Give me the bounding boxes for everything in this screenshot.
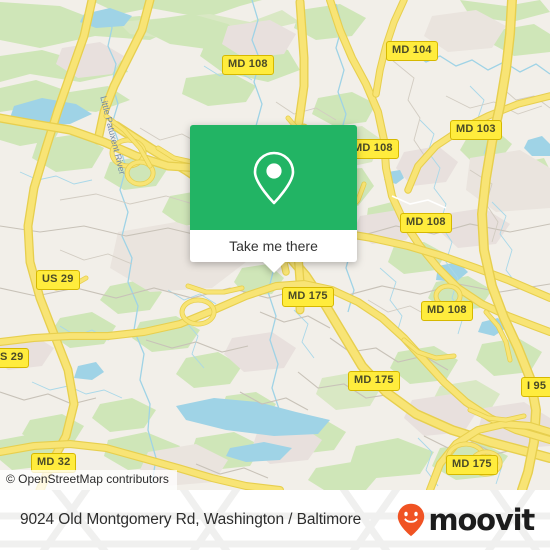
footer-bar: 9024 Old Montgomery Rd, Washington / Bal… [0,490,550,550]
footer-content: 9024 Old Montgomery Rd, Washington / Bal… [0,490,550,550]
moovit-wordmark: moovit [428,502,535,537]
shield-md-108-right[interactable]: MD 108 [400,213,452,233]
take-me-there-button[interactable]: Take me there [190,230,357,262]
shield-us-29-top[interactable]: US 29 [36,270,80,290]
popup-pointer-tail [262,262,285,273]
shield-md-175-low[interactable]: MD 175 [348,371,400,391]
moovit-smiley-pin-icon [398,503,425,537]
popup-header [190,125,357,230]
shield-us-29-left-edge[interactable]: S 29 [0,348,30,368]
map-canvas[interactable]: .park { fill:#cfe6b8; } .park2 { fill:#d… [0,0,550,490]
address-label: 9024 Old Montgomery Rd, Washington / Bal… [20,511,362,528]
osm-attribution[interactable]: © OpenStreetMap contributors [0,469,177,490]
shield-md-108-top[interactable]: MD 108 [222,55,274,75]
shield-i-95[interactable]: I 95 [521,377,550,397]
shield-md-104[interactable]: MD 104 [386,41,438,61]
location-pin-icon [253,151,294,204]
location-popup-card[interactable]: Take me there [190,125,357,273]
moovit-map-screen: .park { fill:#cfe6b8; } .park2 { fill:#d… [0,0,550,550]
moovit-logo[interactable]: moovit [397,502,535,537]
shield-md-175-mid[interactable]: MD 175 [282,287,334,307]
shield-md-108-mid[interactable]: MD 108 [421,301,473,321]
shield-md-175-bottom[interactable]: MD 175 [446,455,498,475]
shield-md-103[interactable]: MD 103 [450,120,502,140]
